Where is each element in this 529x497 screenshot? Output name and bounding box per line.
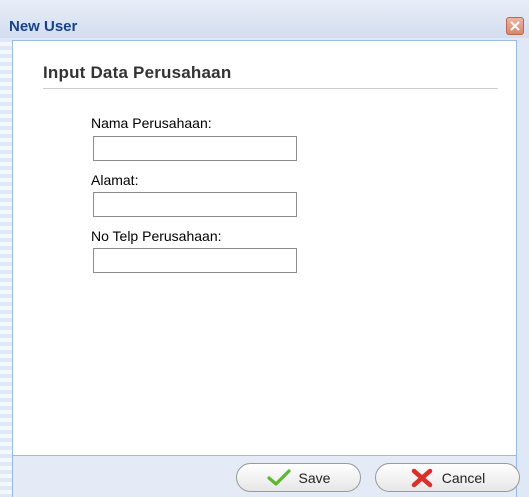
- close-icon: [510, 21, 520, 31]
- nama-perusahaan-input[interactable]: [93, 136, 297, 161]
- section-title: Input Data Perusahaan: [43, 63, 232, 82]
- form-panel: Input Data Perusahaan Nama Perusahaan: A…: [12, 40, 517, 456]
- save-button[interactable]: Save: [236, 463, 361, 492]
- nama-perusahaan-label: Nama Perusahaan:: [91, 115, 212, 131]
- new-user-window: New User Input Data Perusahaan Nama Peru…: [0, 0, 529, 497]
- close-button[interactable]: [506, 17, 524, 35]
- cross-icon: [411, 468, 432, 487]
- window-titlebar[interactable]: New User: [0, 0, 529, 38]
- cancel-button-label: Cancel: [441, 469, 486, 486]
- alamat-label: Alamat:: [91, 172, 139, 188]
- window-title: New User: [9, 18, 78, 35]
- save-button-label: Save: [298, 469, 331, 486]
- no-telp-perusahaan-label: No Telp Perusahaan:: [91, 228, 222, 244]
- section-divider: [43, 88, 498, 89]
- no-telp-perusahaan-input[interactable]: [93, 248, 297, 273]
- window-right-border: [517, 38, 529, 497]
- alamat-input[interactable]: [93, 192, 297, 217]
- window-left-border: [0, 38, 12, 497]
- cancel-button[interactable]: Cancel: [375, 463, 520, 492]
- checkmark-icon: [266, 468, 291, 486]
- window-footer: Save Cancel: [12, 456, 520, 497]
